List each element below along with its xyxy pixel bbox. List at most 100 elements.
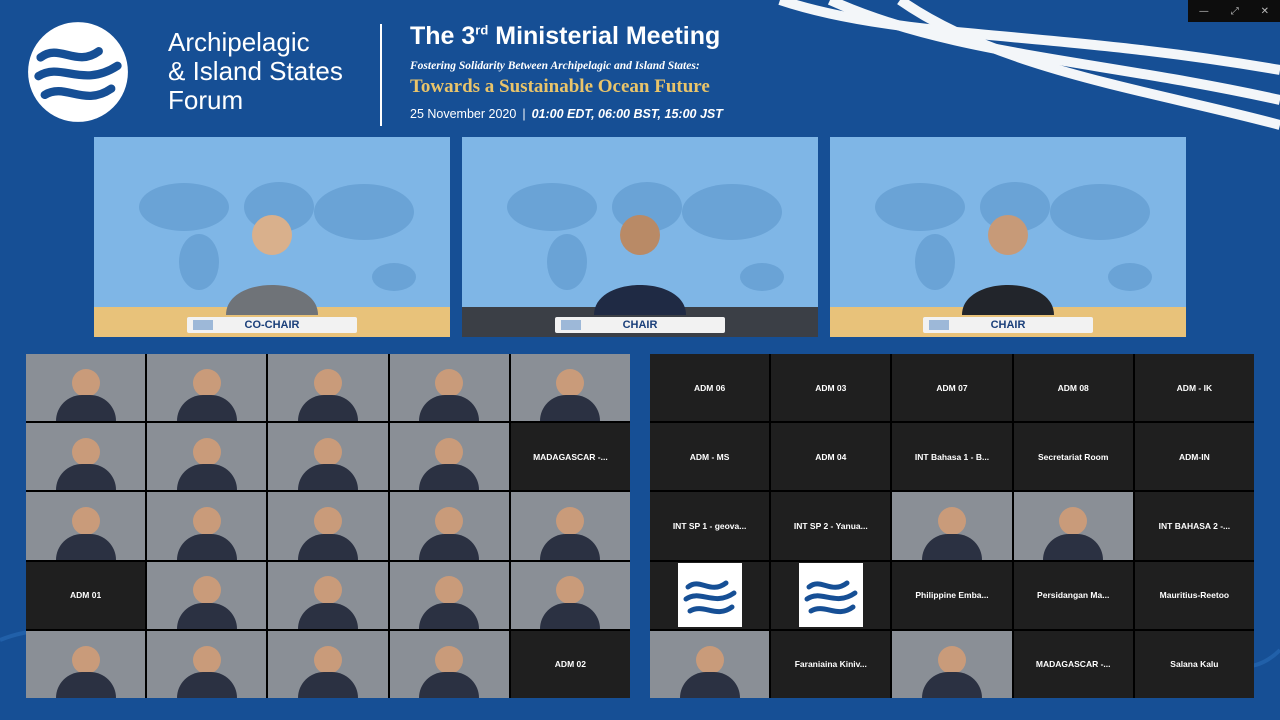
participant-tile[interactable] [892, 492, 1012, 560]
participant-tile[interactable] [389, 561, 509, 629]
forum-logo-icon [28, 22, 128, 122]
participant-tile[interactable]: INT Bahasa 1 - B... [892, 423, 1012, 491]
fullscreen-icon[interactable]: ⤢ [1231, 6, 1239, 17]
participant-avatar [313, 368, 342, 397]
participant-tile[interactable] [650, 561, 770, 629]
participant-tile[interactable] [147, 423, 267, 491]
participant-avatar [435, 576, 464, 605]
participant-name: MADAGASCAR -... [1035, 659, 1111, 670]
participant-name: ADM-IN [1179, 451, 1210, 462]
speaker-avatar [594, 215, 686, 315]
chair-video-2[interactable]: CHAIR [830, 137, 1186, 337]
participant-tile[interactable]: Persidangan Ma... [1013, 561, 1133, 629]
participant-tile[interactable]: INT BAHASA 2 -... [1134, 492, 1254, 560]
participant-tile[interactable] [650, 630, 770, 698]
participant-tile[interactable] [26, 492, 146, 560]
participant-avatar [192, 368, 221, 397]
participant-body [55, 464, 116, 491]
participant-tile[interactable] [389, 354, 509, 422]
participant-tile[interactable]: ADM 01 [26, 561, 146, 629]
minimize-icon[interactable]: — [1199, 6, 1209, 17]
participant-tile[interactable] [510, 561, 630, 629]
participant-avatar [313, 507, 342, 536]
chair-video[interactable]: CHAIR [462, 137, 818, 337]
participant-body [921, 671, 982, 698]
participant-tile[interactable]: ADM 03 [771, 354, 891, 422]
participant-body [176, 464, 237, 491]
participant-tile[interactable] [268, 354, 388, 422]
participant-body [176, 671, 237, 698]
nameplate-logo-icon [561, 320, 581, 330]
participant-body [1043, 533, 1104, 560]
event-dateline: 25 November 2020 | 01:00 EDT, 06:00 BST, 1… [410, 107, 723, 121]
participant-tile[interactable]: Mauritius-Reetoo [1134, 561, 1254, 629]
participant-tile[interactable]: ADM-IN [1134, 423, 1254, 491]
participant-body [55, 533, 116, 560]
participant-tile[interactable]: ADM - IK [1134, 354, 1254, 422]
participant-tile[interactable]: MADAGASCAR -... [510, 423, 630, 491]
participant-body [297, 464, 358, 491]
participant-tile[interactable]: ADM 06 [650, 354, 770, 422]
nameplate: CHAIR [923, 317, 1093, 333]
participant-body [921, 533, 982, 560]
nameplate-label: CHAIR [990, 319, 1026, 331]
forum-logo-icon [677, 563, 742, 628]
co-chair-video[interactable]: CO-CHAIR [94, 137, 450, 337]
participant-tile[interactable]: ADM 04 [771, 423, 891, 491]
close-icon[interactable]: ✕ [1261, 6, 1269, 17]
participant-tile[interactable]: MADAGASCAR -... [1013, 630, 1133, 698]
participant-tile[interactable] [389, 423, 509, 491]
participant-tile[interactable] [147, 354, 267, 422]
participant-tile[interactable] [510, 354, 630, 422]
participant-tile[interactable]: INT SP 2 - Yanua... [771, 492, 891, 560]
participant-name: ADM - MS [689, 451, 730, 462]
participant-tile[interactable] [147, 561, 267, 629]
participant-name: ADM 01 [70, 590, 102, 601]
participant-tile[interactable]: Salana Kalu [1134, 630, 1254, 698]
participant-tile[interactable] [26, 354, 146, 422]
participant-avatar [71, 507, 100, 536]
participant-tile[interactable] [389, 630, 509, 698]
participant-tile[interactable] [268, 423, 388, 491]
participant-tile[interactable] [389, 492, 509, 560]
participant-tile[interactable]: Faraniaina Kiniv... [771, 630, 891, 698]
participant-body [176, 395, 237, 422]
participant-tile[interactable] [147, 492, 267, 560]
header-divider [380, 24, 382, 126]
nameplate-label: CO-CHAIR [244, 319, 300, 331]
participant-avatar [71, 645, 100, 674]
participant-tile[interactable] [147, 630, 267, 698]
participant-tile[interactable]: ADM - MS [650, 423, 770, 491]
participant-tile[interactable]: INT SP 1 - geova... [650, 492, 770, 560]
participant-tile[interactable] [892, 630, 1012, 698]
participant-avatar [71, 368, 100, 397]
participant-tile[interactable]: Secretariat Room [1013, 423, 1133, 491]
participant-tile[interactable] [268, 492, 388, 560]
participant-tile[interactable] [268, 630, 388, 698]
speaker-avatar [962, 215, 1054, 315]
participant-body [540, 533, 601, 560]
nameplate: CHAIR [555, 317, 725, 333]
participant-tile[interactable]: Philippine Emba... [892, 561, 1012, 629]
participant-name: Mauritius-Reetoo [1159, 590, 1230, 601]
participant-tile[interactable]: ADM 07 [892, 354, 1012, 422]
participant-name: Philippine Emba... [915, 590, 989, 601]
participant-avatar [192, 576, 221, 605]
participant-name: ADM 06 [694, 382, 726, 393]
participant-tile[interactable] [510, 492, 630, 560]
participant-tile[interactable]: ADM 08 [1013, 354, 1133, 422]
participant-name: ADM 08 [1057, 382, 1089, 393]
participant-tile[interactable] [26, 423, 146, 491]
participant-avatar [435, 437, 464, 466]
participant-tile[interactable]: ADM 02 [510, 630, 630, 698]
participant-tile[interactable] [1013, 492, 1133, 560]
participant-body [55, 671, 116, 698]
participant-avatar [71, 437, 100, 466]
participant-body [540, 602, 601, 629]
forum-logo-icon [798, 563, 863, 628]
participant-tile[interactable] [26, 630, 146, 698]
participant-name: INT BAHASA 2 -... [1158, 520, 1231, 531]
event-date: 25 November 2020 [410, 107, 517, 121]
participant-tile[interactable] [268, 561, 388, 629]
participant-tile[interactable] [771, 561, 891, 629]
